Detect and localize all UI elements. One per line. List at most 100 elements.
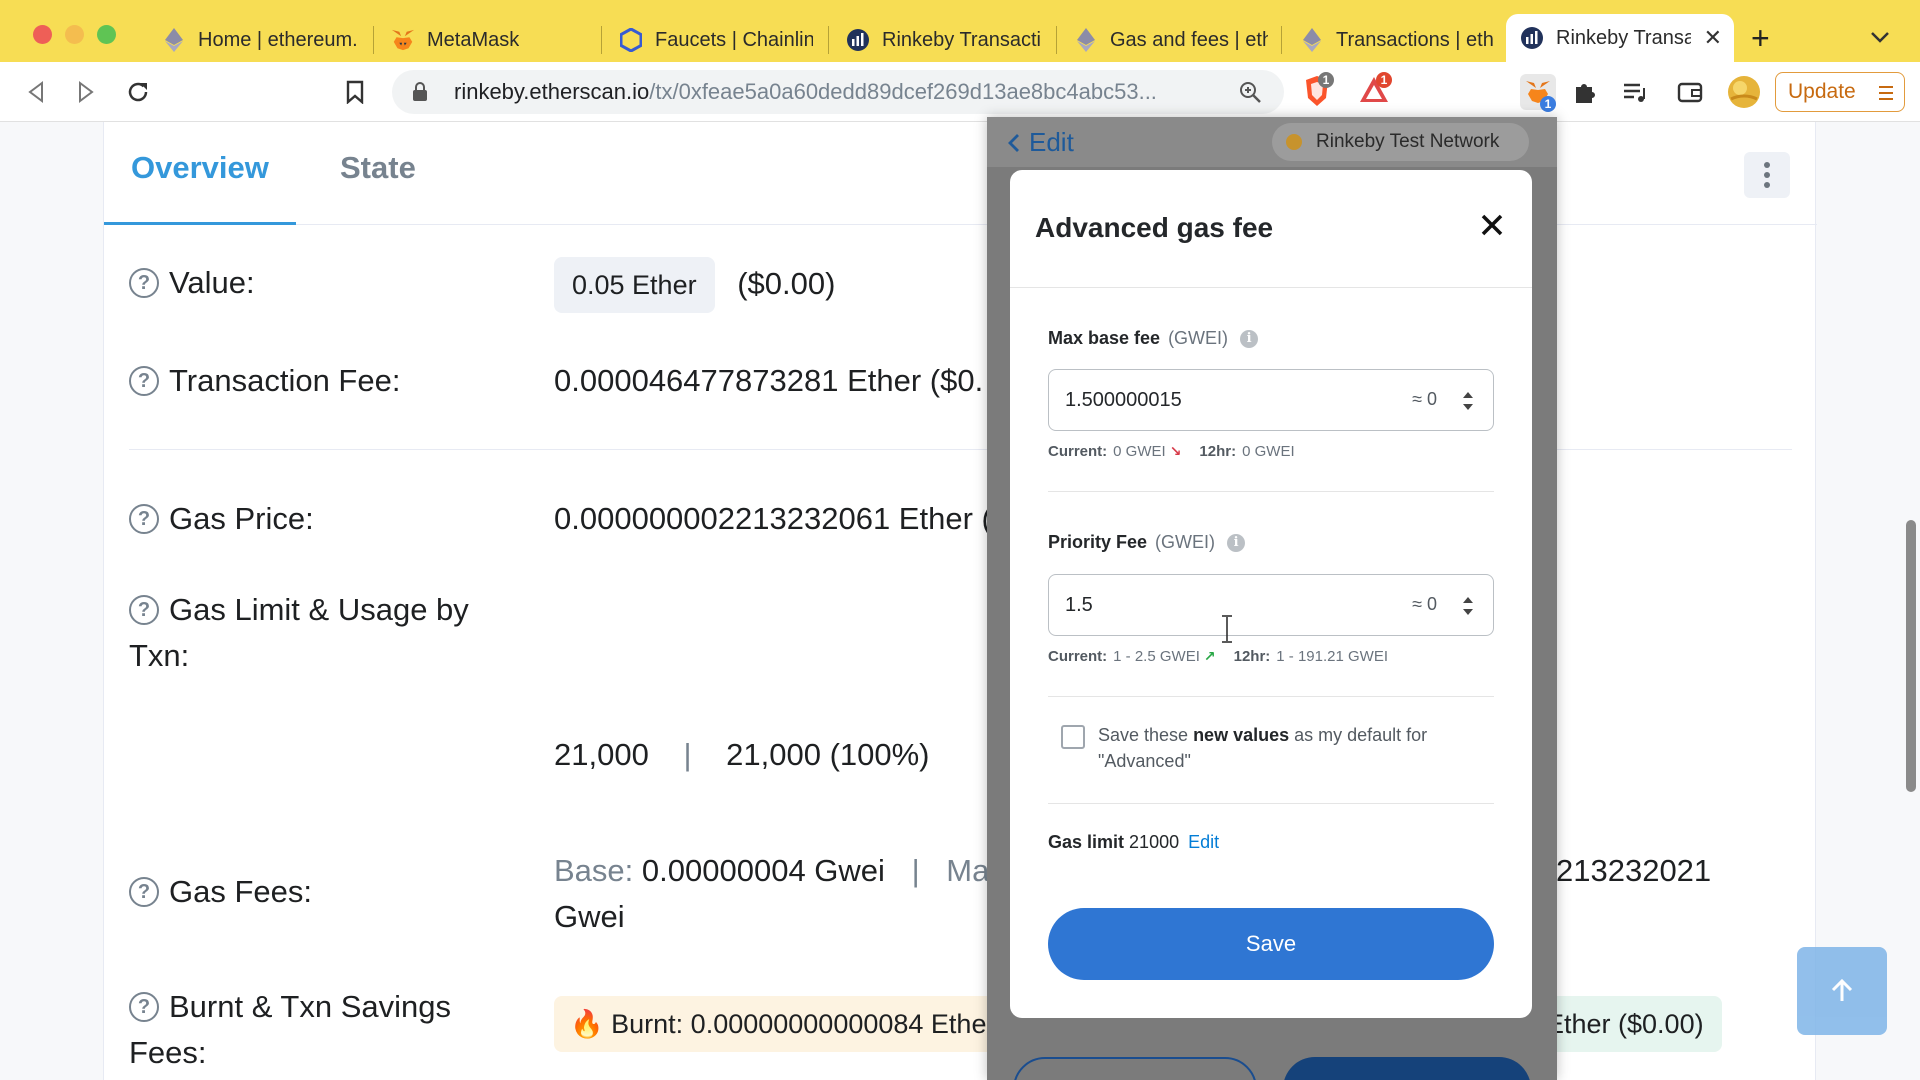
browser-tab-6[interactable]: Transactions | ethe (1286, 18, 1508, 62)
burnt-pill: 🔥 Burnt: 0.00000000000084 Ether (554, 996, 1012, 1052)
gas-price-value: 0.000000002213232061 Ether ( (554, 501, 992, 536)
bookmark-icon[interactable] (341, 78, 369, 106)
lock-icon (412, 82, 432, 102)
chevron-left-icon (1008, 133, 1019, 152)
tab-separator (828, 26, 829, 54)
label-text: Burnt & Txn Savings (169, 989, 452, 1024)
max-base-fee-input[interactable]: 1.500000015 ≈ 0 (1048, 369, 1494, 431)
trend-down-icon: ↘ (1169, 443, 1182, 459)
save-default-checkbox[interactable] (1061, 725, 1085, 749)
number-stepper-icon[interactable] (1461, 390, 1475, 412)
media-playlist-icon[interactable] (1621, 78, 1649, 106)
burnt-fees-label-line2: Fees: (129, 1035, 207, 1070)
brave-shields-icon[interactable]: 1 (1302, 72, 1334, 113)
browser-tab-strip: Home | ethereum.o MetaMask Faucets | Cha… (0, 0, 1920, 62)
gas-limit-edit-link[interactable]: Edit (1188, 832, 1219, 852)
forward-arrow-icon[interactable] (72, 78, 100, 106)
wallet-icon[interactable] (1676, 78, 1704, 106)
max-label: Ma (946, 853, 990, 888)
gas-limit-number: 21,000 (554, 737, 649, 772)
tab-title: Gas and fees | eth (1110, 28, 1268, 51)
url-path: /tx/0xfeae5a0a60dedd89dcef269d13ae8bc4ab… (649, 79, 1157, 104)
fire-icon: 🔥 (570, 1009, 604, 1039)
value-label: ? Value: (129, 260, 255, 306)
browser-tab-4[interactable]: Rinkeby Transactio (832, 18, 1054, 62)
edit-back-button[interactable]: Edit (1007, 127, 1074, 158)
browser-tab-3[interactable]: Faucets | Chainlink (605, 18, 827, 62)
close-icon[interactable] (1480, 213, 1508, 241)
browser-tab-5[interactable]: Gas and fees | eth (1060, 18, 1282, 62)
section-divider (1048, 491, 1494, 492)
brave-rewards-icon[interactable]: 1 (1358, 72, 1392, 111)
burnt-text: Burnt: 0.00000000000084 Ether (611, 1009, 996, 1039)
browser-tab-2[interactable]: MetaMask (377, 18, 599, 62)
info-icon[interactable]: i (1240, 329, 1259, 348)
edit-label: Edit (1029, 127, 1074, 157)
fiat-approx: ≈ 0 (1412, 594, 1437, 614)
help-icon[interactable]: ? (129, 595, 159, 625)
window-zoom-button[interactable] (97, 25, 116, 44)
help-icon[interactable]: ? (129, 268, 159, 298)
save-default-label[interactable]: Save these new values as my default for … (1098, 722, 1498, 774)
hint-value: 1 - 191.21 GWEI (1276, 648, 1389, 665)
zoom-magnifier-icon[interactable] (1238, 80, 1262, 109)
reload-icon[interactable] (124, 78, 152, 106)
help-icon[interactable]: ? (129, 504, 159, 534)
etherscan-icon (846, 28, 870, 52)
etherscan-page: Overview State ? Value: 0.05 Ether ($0.0… (0, 122, 1920, 1080)
tab-title: Rinkeby Transa (1556, 26, 1691, 49)
separator: | (911, 853, 920, 888)
priority-fee-label: Priority Fee (GWEI) i (1048, 532, 1246, 553)
browser-toolbar: rinkeby.etherscan.io/tx/0xfeae5a0a60dedd… (0, 62, 1920, 122)
tab-separator (1281, 26, 1282, 54)
tab-overview[interactable]: Overview (131, 150, 269, 186)
label-text: Transaction Fee: (169, 363, 401, 398)
ethereum-icon (162, 28, 186, 52)
network-selector[interactable]: Rinkeby Test Network (1272, 123, 1529, 161)
label-text: Gas Fees: (169, 874, 312, 909)
gas-fees-unit: Gwei (554, 899, 625, 934)
gas-limit-label: Gas limit (1048, 832, 1125, 852)
section-divider (1048, 803, 1494, 804)
tab-title: MetaMask (427, 28, 520, 51)
metamask-extension-icon[interactable]: 1 (1520, 74, 1556, 112)
input-value: 1.500000015 (1065, 388, 1182, 411)
tab-state[interactable]: State (340, 150, 416, 186)
help-icon[interactable]: ? (129, 992, 159, 1022)
metamask-header: Edit Rinkeby Test Network (987, 117, 1557, 167)
metamask-fox-icon (391, 28, 415, 52)
browser-tab-7-active[interactable]: Rinkeby Transa ✕ (1506, 14, 1734, 62)
network-name: Rinkeby Test Network (1316, 131, 1500, 152)
tab-title: Rinkeby Transactio (882, 28, 1040, 51)
update-button[interactable]: Update (1775, 72, 1905, 112)
tab-search-chevron-icon[interactable] (1870, 30, 1890, 48)
transaction-details-card: Overview State ? Value: 0.05 Ether ($0.0… (103, 122, 1817, 1080)
window-close-button[interactable] (33, 25, 52, 44)
hint-label: 12hr: (1233, 648, 1271, 665)
priority-fee-input[interactable]: 1.5 ≈ 0 (1048, 574, 1494, 636)
profile-avatar[interactable] (1726, 74, 1762, 110)
address-bar[interactable]: rinkeby.etherscan.io/tx/0xfeae5a0a60dedd… (392, 70, 1284, 114)
number-stepper-icon[interactable] (1461, 595, 1475, 617)
label-text: Priority Fee (1048, 532, 1148, 552)
back-to-top-button[interactable] (1797, 947, 1887, 1035)
browser-tab-1[interactable]: Home | ethereum.o (148, 18, 370, 62)
scrollbar-thumb[interactable] (1906, 520, 1916, 792)
back-arrow-icon[interactable] (22, 78, 50, 106)
label-text: Value: (169, 265, 255, 300)
label-text: Gas Limit & Usage by (169, 592, 469, 627)
window-minimize-button[interactable] (65, 25, 84, 44)
help-icon[interactable]: ? (129, 877, 159, 907)
info-icon[interactable]: i (1227, 533, 1246, 552)
ethereum-icon (1300, 28, 1324, 52)
help-icon[interactable]: ? (129, 366, 159, 396)
ethereum-icon (1074, 28, 1098, 52)
extensions-puzzle-icon[interactable] (1571, 78, 1599, 106)
tab-close-icon[interactable]: ✕ (1704, 25, 1722, 51)
save-button[interactable]: Save (1048, 908, 1494, 980)
base-value: 0.00000004 Gwei (641, 853, 885, 888)
update-label: Update (1788, 80, 1856, 103)
tab-title: Home | ethereum.o (198, 28, 356, 51)
new-tab-button[interactable]: + (1751, 22, 1770, 54)
more-options-icon[interactable] (1744, 152, 1790, 198)
